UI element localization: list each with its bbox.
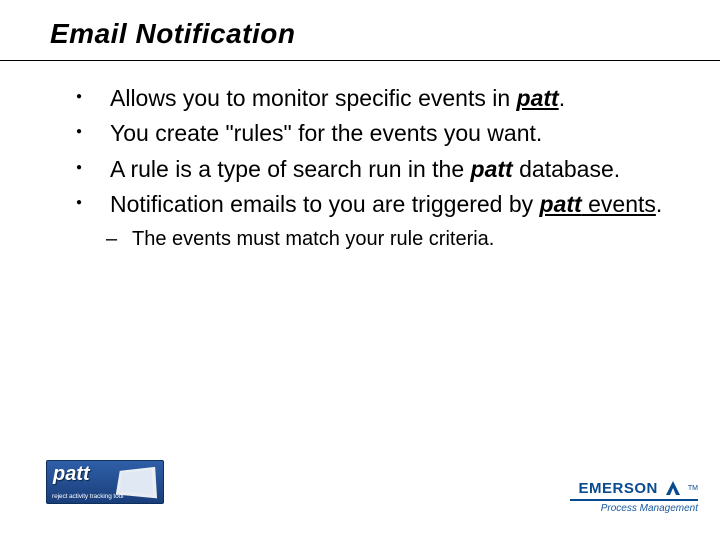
bullet-item: You create "rules" for the events you wa…	[70, 119, 690, 148]
bullet-text: You create "rules" for the events you wa…	[110, 120, 542, 146]
patt-logo-tagline: reject activity tracking tool	[52, 493, 124, 500]
bullet-item: A rule is a type of search run in the pa…	[70, 155, 690, 184]
bullet-list: Allows you to monitor specific events in…	[70, 84, 690, 220]
emerson-logo: EMERSON TM Process Management	[562, 479, 698, 514]
content-area: Allows you to monitor specific events in…	[0, 50, 720, 253]
emerson-name: EMERSON	[579, 480, 658, 497]
bullet-emph: patt	[540, 191, 582, 217]
title-underline	[0, 60, 720, 61]
bullet-text: database.	[513, 156, 620, 182]
emerson-mark-icon	[664, 479, 682, 497]
trademark-symbol: TM	[688, 485, 698, 492]
bullet-emph: patt	[471, 156, 513, 182]
bullet-item: Notification emails to you are triggered…	[70, 190, 690, 219]
sub-bullet-list: The events must match your rule criteria…	[70, 226, 690, 253]
sub-bullet-text: The events must match your rule criteria…	[132, 228, 494, 250]
bullet-text: Allows you to monitor specific events in	[110, 85, 517, 111]
bullet-text: .	[559, 85, 565, 111]
title-wrap: Email Notification	[0, 0, 720, 50]
sub-bullet-item: The events must match your rule criteria…	[70, 226, 690, 253]
bullet-text: .	[656, 191, 662, 217]
emerson-top-row: EMERSON TM	[562, 479, 698, 497]
emerson-divider	[570, 499, 698, 501]
slide: Email Notification Allows you to monitor…	[0, 0, 720, 540]
bullet-item: Allows you to monitor specific events in…	[70, 84, 690, 113]
bullet-text: A rule is a type of search run in the	[110, 156, 471, 182]
slide-title: Email Notification	[50, 18, 720, 50]
patt-logo: patt reject activity tracking tool	[46, 460, 164, 504]
bullet-text: Notification emails to you are triggered…	[110, 191, 540, 217]
bullet-emph: patt	[517, 85, 559, 111]
bullet-text: events	[582, 191, 656, 217]
patt-logo-text: patt	[53, 463, 90, 486]
emerson-subtext: Process Management	[562, 503, 698, 514]
